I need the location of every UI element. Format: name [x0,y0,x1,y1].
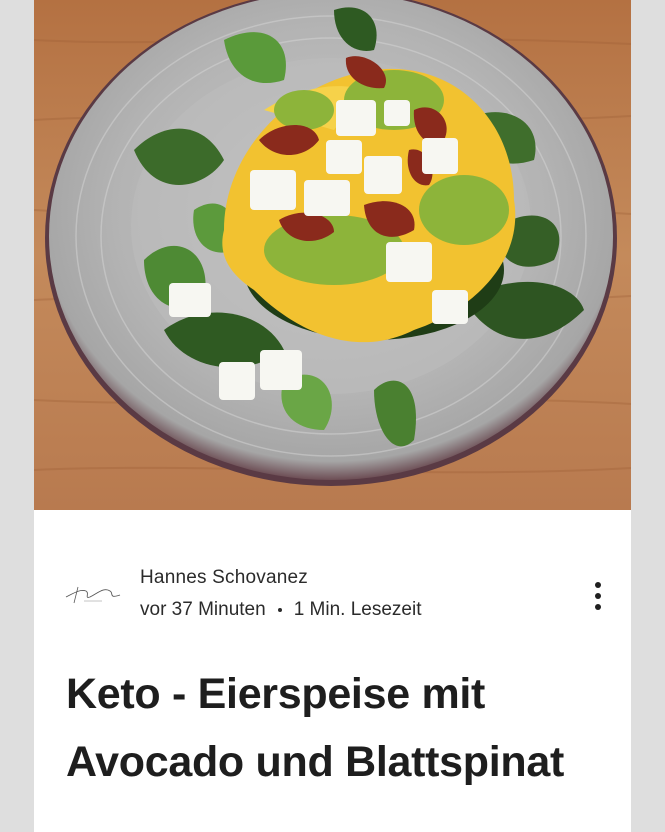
author-logo[interactable] [64,579,122,607]
left-gutter [0,0,34,832]
post-meta: vor 37 Minuten 1 Min. Lesezeit [140,599,421,621]
blog-post-card: Hannes Schovanez vor 37 Minuten 1 Min. L… [34,0,631,832]
post-time: vor 37 Minuten [140,599,266,620]
vertical-dots-icon [595,582,601,588]
food-photo [34,0,631,510]
post-title: Keto - Eierspeise mit Avocado und Blatts… [66,670,564,786]
hero-image[interactable] [34,0,631,510]
author-row: Hannes Schovanez vor 37 Minuten 1 Min. L… [34,555,631,635]
right-gutter [631,0,665,832]
author-name[interactable]: Hannes Schovanez [140,567,308,589]
more-options-button[interactable] [586,579,610,613]
meta-separator [277,608,282,612]
read-time: 1 Min. Lesezeit [293,599,422,620]
